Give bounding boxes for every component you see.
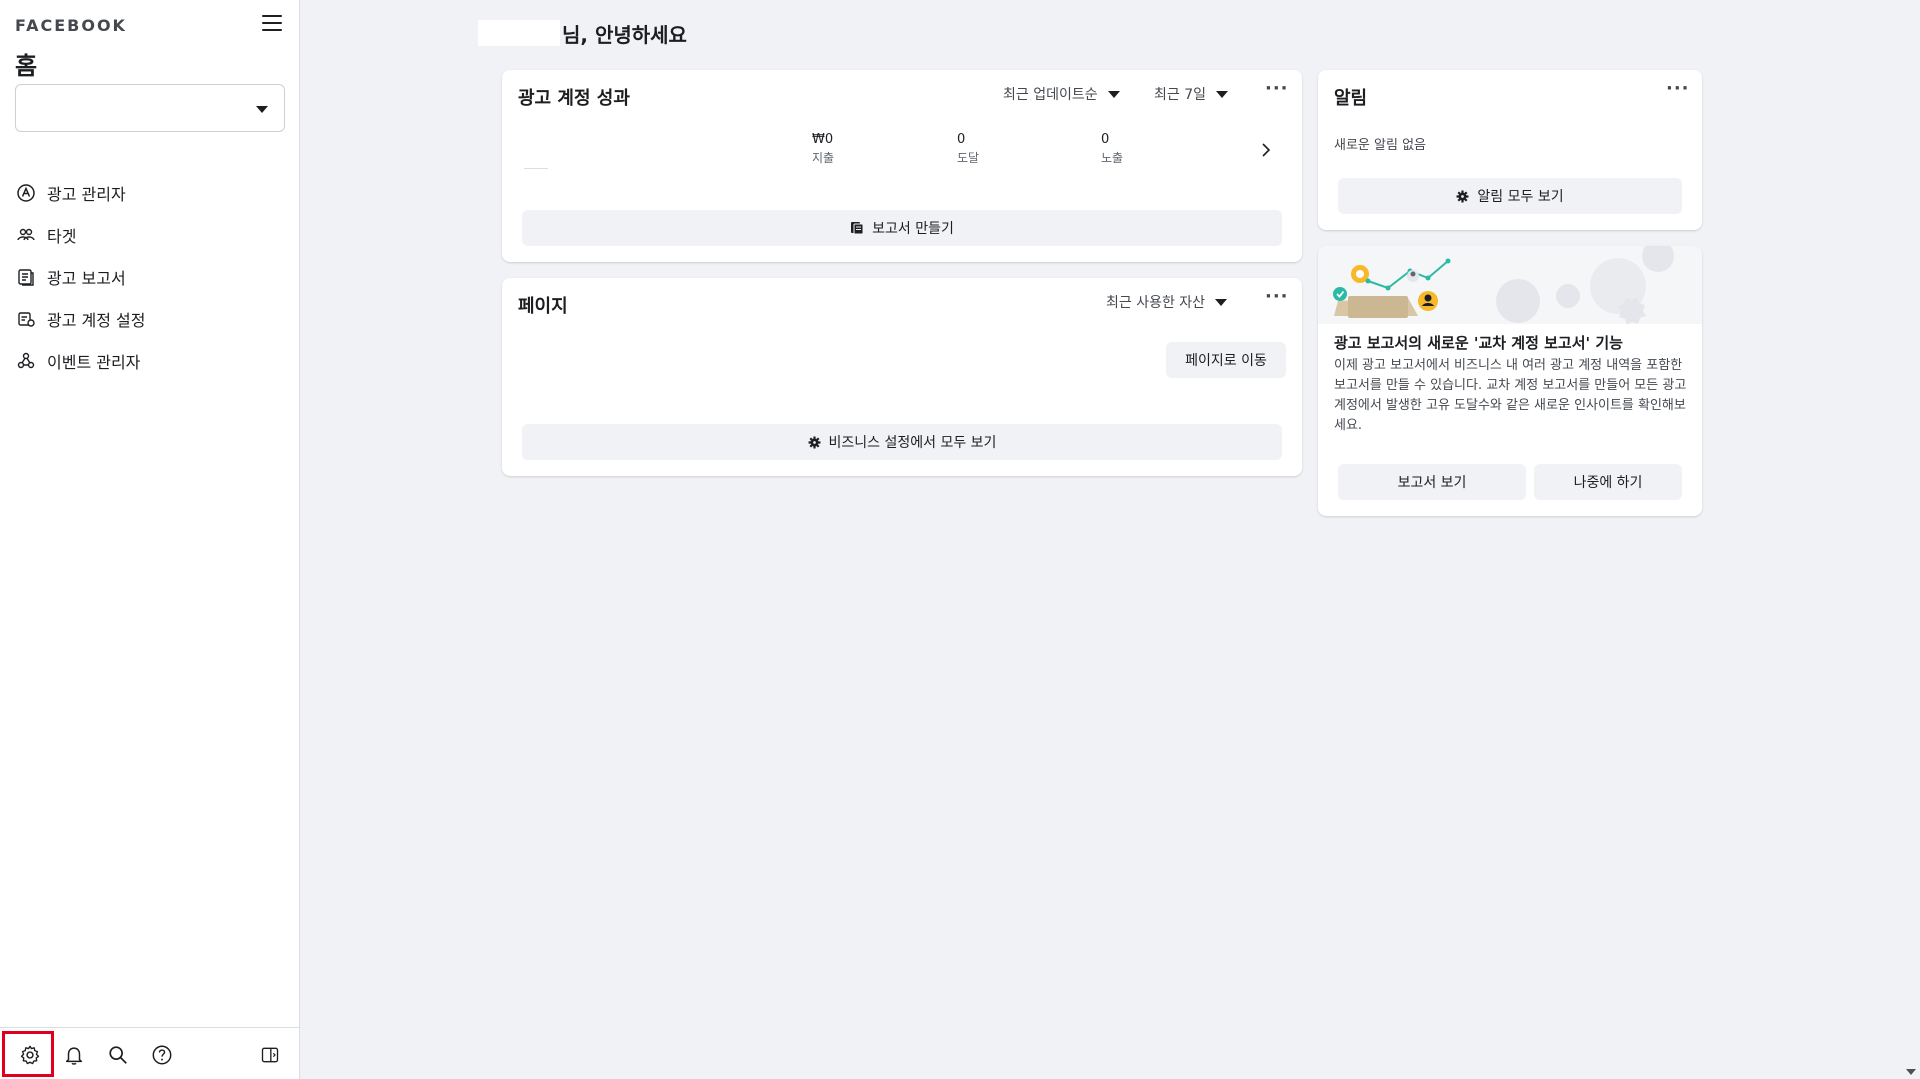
metric-label: 지출 <box>812 151 835 165</box>
reports-icon <box>15 266 37 288</box>
sidebar-nav: 광고 관리자 타겟 광고 보고서 광고 계정 설정 이벤트 관리자 <box>15 172 285 382</box>
metric-value: 0 <box>957 132 966 147</box>
pages-title: 페이지 <box>518 296 568 317</box>
panel-toggle-icon[interactable] <box>257 1042 283 1068</box>
promo-body: 이제 광고 보고서에서 비즈니스 내 여러 광고 계정 내역을 포함한 보고서를… <box>1334 358 1687 433</box>
bell-icon[interactable] <box>61 1042 87 1068</box>
audience-icon <box>15 224 37 246</box>
go-to-page-button[interactable]: 페이지로 이동 <box>1166 342 1286 378</box>
view-all-in-business-settings-button[interactable]: 비즈니스 설정에서 모두 보기 <box>522 424 1282 460</box>
date-range-label: 최근 7일 <box>1154 87 1206 103</box>
sidebar-item-audiences[interactable]: 타겟 <box>15 214 285 256</box>
sidebar-item-label: 광고 보고서 <box>47 269 126 288</box>
caret-down-icon <box>1216 90 1228 98</box>
more-options-icon[interactable]: ··· <box>1265 78 1289 99</box>
view-all-label: 비즈니스 설정에서 모두 보기 <box>828 435 997 451</box>
date-range-dropdown[interactable]: 최근 7일 <box>1154 84 1228 104</box>
performance-card: 광고 계정 성과 최근 업데이트순 최근 7일 ··· ₩0 지출 0 도달 0… <box>502 70 1302 262</box>
events-manager-icon <box>15 350 37 372</box>
sidebar-item-account-settings[interactable]: 광고 계정 설정 <box>15 298 285 340</box>
ads-manager-icon <box>15 182 37 204</box>
sidebar-item-ads-reporting[interactable]: 광고 보고서 <box>15 256 285 298</box>
greeting: 님, 안녕하세요 <box>478 18 687 48</box>
caret-down-icon <box>1215 298 1228 306</box>
more-options-icon[interactable]: ··· <box>1666 78 1690 99</box>
sidebar-toolbar <box>0 1027 300 1079</box>
alerts-title: 알림 <box>1334 88 1368 109</box>
scroll-down-icon[interactable] <box>1906 1069 1916 1075</box>
caret-down-icon <box>1107 90 1120 98</box>
metric-value: ₩0 <box>812 132 834 147</box>
sidebar-item-label: 타겟 <box>47 227 77 246</box>
metric-label: 노출 <box>1101 151 1124 165</box>
sort-dropdown-label: 최근 업데이트순 <box>1003 87 1098 103</box>
alerts-empty-text: 새로운 알림 없음 <box>1334 138 1426 153</box>
pages-card: 페이지 최근 사용한 자산 ··· 페이지로 이동 비즈니스 설정에서 모두 보… <box>502 278 1302 476</box>
sidebar-item-label: 광고 계정 설정 <box>47 311 146 330</box>
account-selector[interactable] <box>15 84 285 132</box>
view-all-alerts-button[interactable]: 알림 모두 보기 <box>1338 178 1682 214</box>
sidebar-item-label: 이벤트 관리자 <box>47 353 141 372</box>
view-report-label: 보고서 보기 <box>1397 475 1467 491</box>
remind-later-button[interactable]: 나중에 하기 <box>1534 464 1682 500</box>
promo-card: 광고 보고서의 새로운 '교차 계정 보고서' 기능 이제 광고 보고서에서 비… <box>1318 246 1702 516</box>
gear-icon <box>1456 190 1469 203</box>
alerts-card: 알림 ··· 새로운 알림 없음 알림 모두 보기 <box>1318 70 1702 230</box>
settings-icon[interactable] <box>17 1042 43 1068</box>
metric-spend: ₩0 지출 <box>812 132 834 166</box>
account-placeholder-line <box>524 168 548 169</box>
create-report-label: 보고서 만들기 <box>872 221 954 237</box>
redacted-username <box>478 20 560 46</box>
promo-title: 광고 보고서의 새로운 '교차 계정 보고서' 기능 <box>1334 334 1623 352</box>
view-report-button[interactable]: 보고서 보기 <box>1338 464 1526 500</box>
sidebar-item-events-manager[interactable]: 이벤트 관리자 <box>15 340 285 382</box>
create-report-button[interactable]: 보고서 만들기 <box>522 210 1282 246</box>
account-settings-icon <box>15 308 37 330</box>
sidebar: FACEBOOK 홈 광고 관리자 타겟 광고 보고서 광고 계정 설정 이벤트… <box>0 0 300 1079</box>
brand-logo[interactable]: FACEBOOK <box>15 16 127 35</box>
asset-sort-label: 최근 사용한 자산 <box>1106 295 1206 311</box>
report-icon <box>850 221 864 235</box>
page-title: 홈 <box>15 52 38 80</box>
go-to-page-label: 페이지로 이동 <box>1185 353 1267 369</box>
more-options-icon[interactable]: ··· <box>1265 286 1289 307</box>
chevron-right-icon[interactable] <box>1260 142 1272 162</box>
asset-sort-dropdown[interactable]: 최근 사용한 자산 <box>1106 292 1228 312</box>
menu-icon[interactable] <box>262 15 282 33</box>
sidebar-item-label: 광고 관리자 <box>47 185 126 204</box>
remind-later-label: 나중에 하기 <box>1573 475 1643 491</box>
caret-down-icon <box>256 106 268 113</box>
metric-value: 0 <box>1101 132 1110 147</box>
view-all-alerts-label: 알림 모두 보기 <box>1477 189 1564 205</box>
sidebar-item-ads-manager[interactable]: 광고 관리자 <box>15 172 285 214</box>
metric-label: 도달 <box>957 151 980 165</box>
gear-icon <box>808 436 821 449</box>
search-icon[interactable] <box>105 1042 131 1068</box>
performance-title: 광고 계정 성과 <box>518 88 630 109</box>
metric-reach: 0 도달 <box>957 132 979 166</box>
promo-illustration <box>1318 246 1702 324</box>
greeting-text: 님, 안녕하세요 <box>562 22 687 47</box>
help-icon[interactable] <box>149 1042 175 1068</box>
sort-dropdown[interactable]: 최근 업데이트순 <box>1003 84 1120 104</box>
metric-impressions: 0 노출 <box>1101 132 1123 166</box>
